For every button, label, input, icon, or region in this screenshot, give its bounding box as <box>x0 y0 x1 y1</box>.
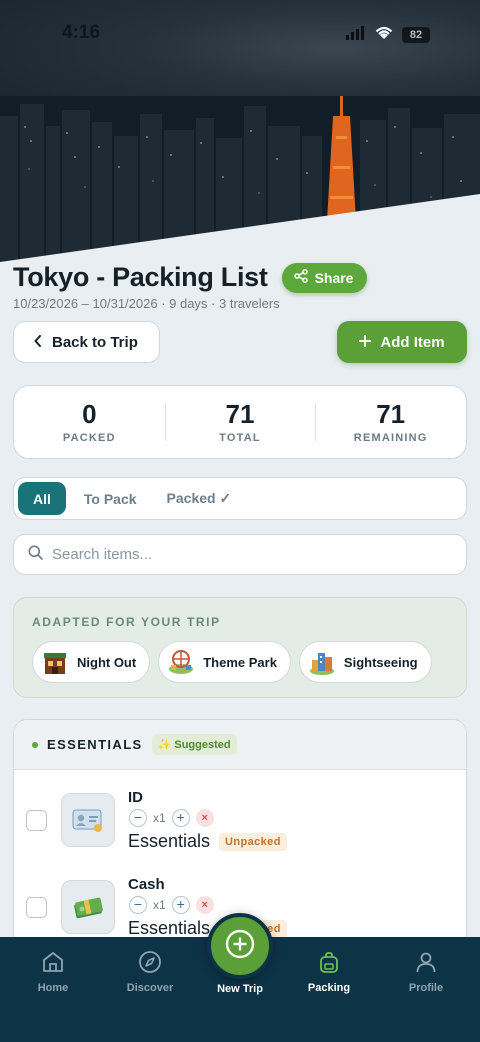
battery-indicator: 82 <box>402 27 430 43</box>
stat-label: PACKED <box>62 432 116 444</box>
search-icon <box>28 545 43 565</box>
night-out-icon <box>40 647 70 677</box>
pack-checkbox[interactable] <box>26 810 47 831</box>
sightseeing-icon <box>307 647 337 677</box>
search-bar <box>13 534 467 575</box>
tab-all[interactable]: All <box>18 482 66 515</box>
add-item-button[interactable]: Add Item <box>337 321 467 363</box>
remove-item-button[interactable]: × <box>195 809 214 827</box>
stat-remaining: 71 REMAINING <box>315 386 466 458</box>
chip-sightseeing[interactable]: Sightseeing <box>298 641 432 683</box>
section-dot <box>32 741 38 748</box>
stat-total: 71 TOTAL <box>164 386 316 458</box>
plus-circle-icon <box>225 929 255 964</box>
nav-label: Home <box>37 982 69 994</box>
filter-tabs: All To Pack Packed ✓ <box>13 477 467 520</box>
decrease-qty-button[interactable]: − <box>129 809 147 827</box>
stat-value: 0 <box>82 399 97 429</box>
search-input[interactable] <box>52 546 432 563</box>
nav-label: Packing <box>307 982 351 994</box>
suggested-badge: ✨ Suggested <box>151 734 237 755</box>
item-category: Essentials <box>128 918 211 938</box>
trip-dates: 10/23/2026 – 10/31/2026 · 9 days · 3 tra… <box>13 296 280 311</box>
remove-item-button[interactable]: × <box>195 896 214 914</box>
cash-icon <box>61 880 115 934</box>
id-card-icon <box>61 793 115 847</box>
status-badge: Unpacked <box>219 832 287 851</box>
nav-packing[interactable]: Packing <box>289 950 369 994</box>
chevron-left-icon <box>34 334 42 351</box>
wifi-icon <box>374 25 394 45</box>
nav-label: Discover <box>126 982 174 994</box>
signal-icon <box>346 25 366 45</box>
decrease-qty-button[interactable]: − <box>129 896 147 914</box>
chip-night-out[interactable]: Night Out <box>32 641 151 683</box>
new-trip-button[interactable] <box>207 913 273 979</box>
list-item: ID − x1 + × Essentials Unpacked <box>14 777 466 857</box>
stat-packed: 0 PACKED <box>14 386 165 458</box>
section-header[interactable]: ESSENTIALS ✨ Suggested <box>14 720 466 770</box>
share-icon <box>293 269 308 286</box>
status-bar: 4:16 82 <box>0 22 480 50</box>
nav-label: Profile <box>408 982 444 994</box>
nav-profile[interactable]: Profile <box>386 950 466 994</box>
stat-value: 71 <box>376 399 406 429</box>
plus-icon <box>359 334 372 351</box>
new-trip-label: New Trip <box>217 983 263 995</box>
item-quantity: x1 <box>153 811 166 825</box>
nav-home[interactable]: Home <box>13 950 93 994</box>
packing-stats: 0 PACKED 71 TOTAL 71 REMAINING <box>13 385 467 459</box>
item-name: ID <box>128 789 143 806</box>
chip-label: Night Out <box>77 654 137 670</box>
pack-checkbox[interactable] <box>26 897 47 918</box>
chip-label: Theme Park <box>203 654 277 670</box>
tab-to-pack[interactable]: To Pack <box>72 482 149 515</box>
increase-qty-button[interactable]: + <box>171 809 190 827</box>
item-quantity: x1 <box>153 898 166 912</box>
stat-value: 71 <box>225 399 255 429</box>
share-button[interactable]: Share <box>281 262 368 293</box>
page-title: Tokyo - Packing List <box>13 262 268 292</box>
compass-icon <box>138 950 162 977</box>
stat-label: TOTAL <box>219 432 261 444</box>
adapted-heading: ADAPTED FOR YOUR TRIP <box>32 615 221 629</box>
chip-theme-park[interactable]: Theme Park <box>158 641 291 683</box>
profile-icon <box>414 950 438 977</box>
theme-park-icon <box>166 647 196 677</box>
back-to-trip-label: Back to Trip <box>52 333 138 351</box>
stat-label: REMAINING <box>353 432 428 444</box>
increase-qty-button[interactable]: + <box>171 896 190 914</box>
nav-discover[interactable]: Discover <box>110 950 190 994</box>
add-item-label: Add Item <box>380 333 445 351</box>
backpack-icon <box>317 950 341 977</box>
chip-label: Sightseeing <box>343 654 418 670</box>
item-category: Essentials <box>128 831 211 851</box>
tab-packed[interactable]: Packed ✓ <box>155 482 244 515</box>
status-time: 4:16 <box>62 22 101 43</box>
share-label: Share <box>314 269 354 286</box>
section-name: ESSENTIALS <box>47 737 143 752</box>
item-name: Cash <box>128 876 165 893</box>
back-to-trip-button[interactable]: Back to Trip <box>13 321 160 363</box>
adapted-panel: ADAPTED FOR YOUR TRIP Night Out Theme Pa… <box>13 597 467 698</box>
home-icon <box>41 950 65 977</box>
